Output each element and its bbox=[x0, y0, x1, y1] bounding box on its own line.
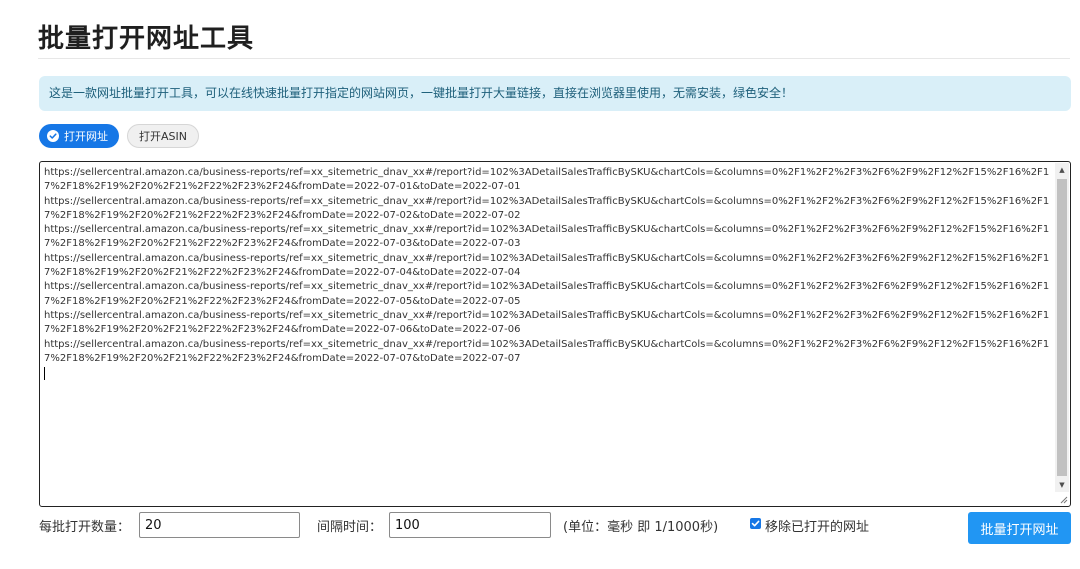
url-line: https://sellercentral.amazon.ca/business… bbox=[44, 252, 1050, 279]
tab-open-urls[interactable]: 打开网址 bbox=[39, 124, 119, 148]
text-caret bbox=[44, 367, 45, 381]
title-divider bbox=[38, 58, 1070, 59]
interval-label: 间隔时间： bbox=[317, 520, 383, 535]
controls-row: 每批打开数量： 间隔时间： (单位：毫秒 即 1/1000秒) 移除已打开的网址… bbox=[39, 512, 1071, 544]
scroll-up-arrow-icon[interactable]: ▲ bbox=[1055, 163, 1069, 177]
tab-open-urls-label: 打开网址 bbox=[64, 130, 108, 143]
resize-grip-icon[interactable] bbox=[1058, 494, 1068, 504]
scroll-thumb[interactable] bbox=[1057, 179, 1067, 476]
checkmark-icon bbox=[751, 520, 760, 527]
page-title: 批量打开网址工具 bbox=[38, 24, 255, 54]
mode-tabs: 打开网址 打开ASIN bbox=[39, 124, 199, 148]
check-circle-icon bbox=[47, 130, 59, 142]
url-list: https://sellercentral.amazon.ca/business… bbox=[44, 166, 1052, 504]
unit-text: (单位：毫秒 即 1/1000秒) bbox=[563, 520, 719, 535]
info-box: 这是一款网址批量打开工具，可以在线快速批量打开指定的网站网页，一键批量打开大量链… bbox=[39, 76, 1071, 111]
remove-opened-checkbox[interactable] bbox=[750, 518, 761, 529]
url-line: https://sellercentral.amazon.ca/business… bbox=[44, 167, 1050, 193]
scrollbar[interactable]: ▲ ▼ bbox=[1055, 163, 1069, 492]
url-line: https://sellercentral.amazon.ca/business… bbox=[44, 195, 1050, 221]
batch-count-input[interactable] bbox=[139, 512, 300, 538]
url-line: https://sellercentral.amazon.ca/business… bbox=[44, 224, 1050, 250]
tab-open-asin-label: 打开ASIN bbox=[139, 130, 187, 143]
url-line: https://sellercentral.amazon.ca/business… bbox=[44, 281, 1050, 307]
url-line: https://sellercentral.amazon.ca/business… bbox=[44, 309, 1050, 336]
batch-open-button[interactable]: 批量打开网址 bbox=[968, 512, 1071, 544]
remove-opened-label[interactable]: 移除已打开的网址 bbox=[765, 516, 869, 535]
url-line: https://sellercentral.amazon.ca/business… bbox=[44, 338, 1050, 364]
tab-open-asin[interactable]: 打开ASIN bbox=[127, 124, 199, 148]
url-textarea[interactable]: https://sellercentral.amazon.ca/business… bbox=[39, 161, 1071, 507]
interval-input[interactable] bbox=[389, 512, 551, 538]
batch-count-label: 每批打开数量： bbox=[39, 520, 131, 535]
scroll-down-arrow-icon[interactable]: ▼ bbox=[1055, 478, 1069, 492]
